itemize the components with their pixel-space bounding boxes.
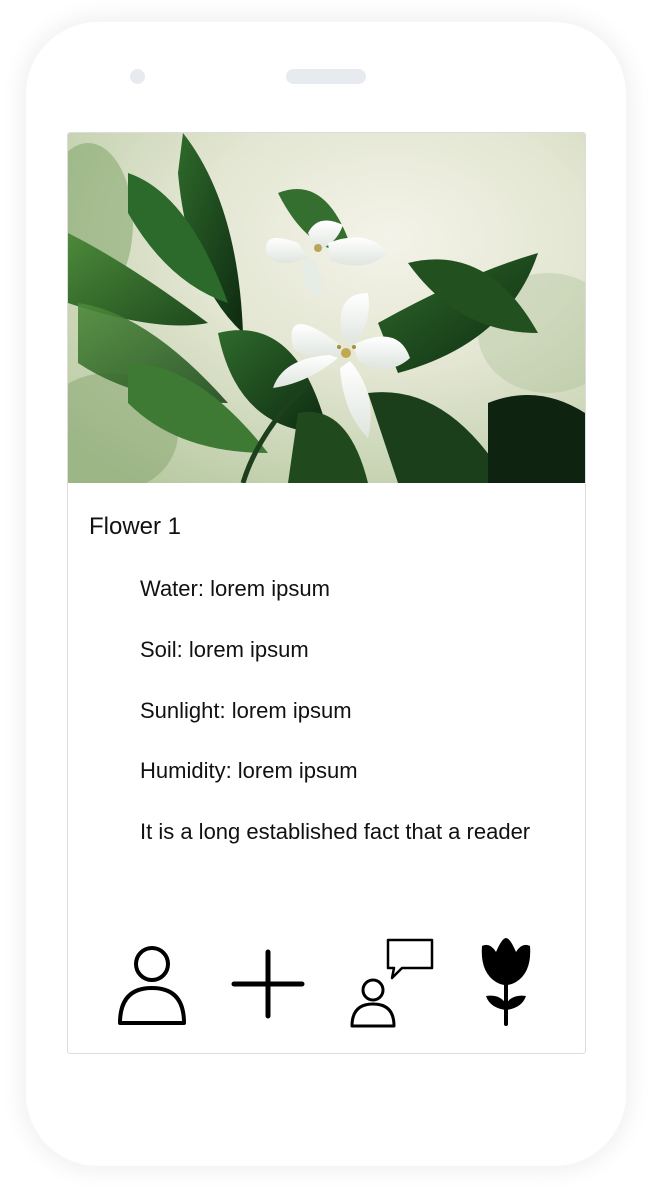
description-text: It is a long established fact that a rea… [140,819,531,844]
tulip-icon [481,938,531,1026]
plus-icon [231,949,305,1019]
screen: Flower 1 Water: lorem ipsum Soil: lorem … [67,132,586,1054]
chat-user-icon [350,938,434,1028]
add-button[interactable] [228,938,308,1028]
front-camera [130,69,145,84]
phone-frame: Flower 1 Water: lorem ipsum Soil: lorem … [26,22,626,1166]
soil-info: Soil: lorem ipsum [140,637,309,662]
user-icon [118,946,186,1025]
profile-button[interactable] [112,938,192,1028]
humidity-info: Humidity: lorem ipsum [140,758,358,783]
flower-title: Flower 1 [89,513,182,540]
my-plants-button[interactable] [476,938,536,1028]
flower-photo [68,133,585,483]
water-info: Water: lorem ipsum [140,576,330,601]
earpiece-speaker [286,69,366,84]
community-chat-button[interactable] [346,938,436,1028]
sunlight-info: Sunlight: lorem ipsum [140,698,352,723]
